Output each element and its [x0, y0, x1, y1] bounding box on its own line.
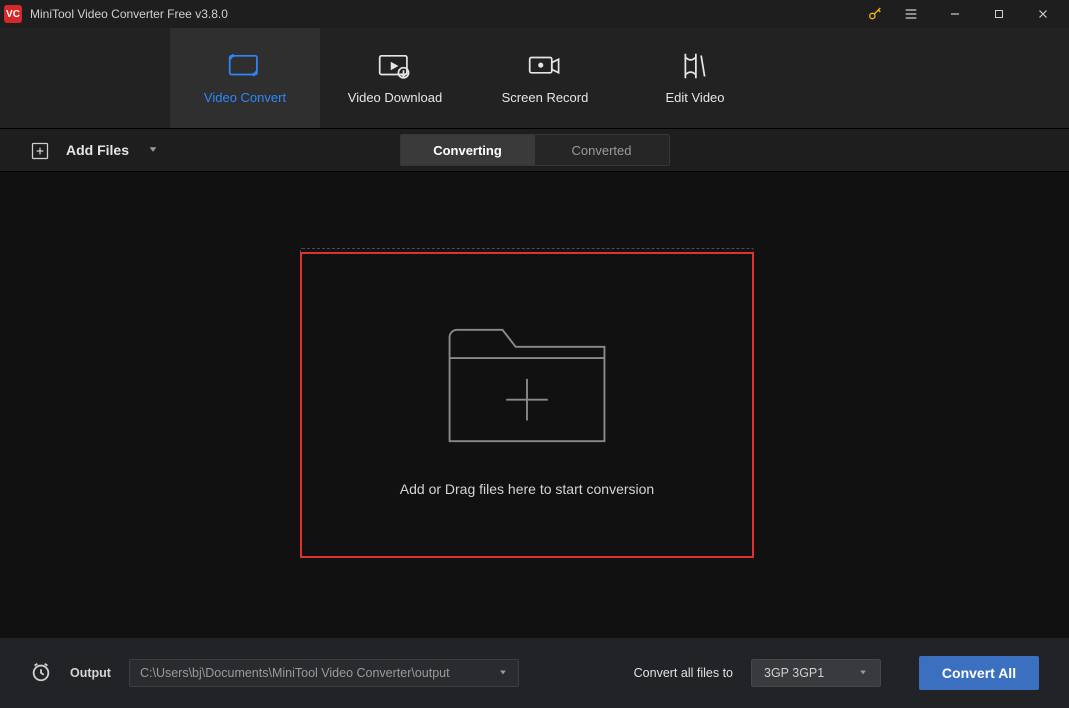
- convert-all-files-label: Convert all files to: [634, 666, 733, 680]
- add-files-label: Add Files: [66, 142, 129, 158]
- add-files-dropdown-icon[interactable]: [147, 142, 159, 158]
- bottom-bar: Output C:\Users\bj\Documents\MiniTool Vi…: [0, 638, 1069, 708]
- schedule-icon[interactable]: [30, 661, 52, 686]
- maximize-button[interactable]: [977, 0, 1021, 28]
- output-format-value: 3GP 3GP1: [764, 666, 824, 680]
- nav-label: Video Convert: [204, 90, 286, 105]
- upgrade-key-icon[interactable]: [867, 6, 883, 22]
- main-nav: Video Convert Video Download Screen Reco…: [0, 28, 1069, 128]
- titlebar: VC MiniTool Video Converter Free v3.8.0: [0, 0, 1069, 28]
- nav-label: Edit Video: [665, 90, 724, 105]
- tab-converted[interactable]: Converted: [535, 135, 669, 165]
- edit-video-icon: [680, 52, 710, 80]
- add-files-icon: [30, 141, 48, 159]
- nav-label: Screen Record: [502, 90, 589, 105]
- app-logo-icon: VC: [4, 5, 22, 23]
- chevron-down-icon: [498, 666, 508, 680]
- tab-video-convert[interactable]: Video Convert: [170, 28, 320, 128]
- close-button[interactable]: [1021, 0, 1065, 28]
- hamburger-menu-icon[interactable]: [889, 0, 933, 28]
- dropzone-text: Add or Drag files here to start conversi…: [400, 481, 654, 497]
- conversion-status-tabs: Converting Converted: [400, 134, 670, 166]
- app-title: MiniTool Video Converter Free v3.8.0: [30, 7, 228, 21]
- minimize-button[interactable]: [933, 0, 977, 28]
- content-area: Add or Drag files here to start conversi…: [0, 172, 1069, 638]
- tab-converting[interactable]: Converting: [401, 135, 535, 165]
- convert-all-button[interactable]: Convert All: [919, 656, 1039, 690]
- video-convert-icon: [228, 52, 262, 80]
- output-label: Output: [70, 666, 111, 680]
- conversion-toolbar: Add Files Converting Converted: [0, 128, 1069, 172]
- output-path-select[interactable]: C:\Users\bj\Documents\MiniTool Video Con…: [129, 659, 519, 687]
- output-format-select[interactable]: 3GP 3GP1: [751, 659, 881, 687]
- dropzone[interactable]: Add or Drag files here to start conversi…: [300, 248, 754, 558]
- video-download-icon: [378, 52, 412, 80]
- screen-record-icon: [528, 52, 562, 80]
- tab-edit-video[interactable]: Edit Video: [620, 28, 770, 128]
- chevron-down-icon: [858, 666, 868, 680]
- output-path-value: C:\Users\bj\Documents\MiniTool Video Con…: [140, 666, 450, 680]
- folder-plus-icon: [442, 309, 612, 451]
- add-files-button[interactable]: Add Files: [30, 141, 159, 159]
- app-window: VC MiniTool Video Converter Free v3.8.0 …: [0, 0, 1069, 708]
- tab-screen-record[interactable]: Screen Record: [470, 28, 620, 128]
- nav-label: Video Download: [348, 90, 442, 105]
- tab-video-download[interactable]: Video Download: [320, 28, 470, 128]
